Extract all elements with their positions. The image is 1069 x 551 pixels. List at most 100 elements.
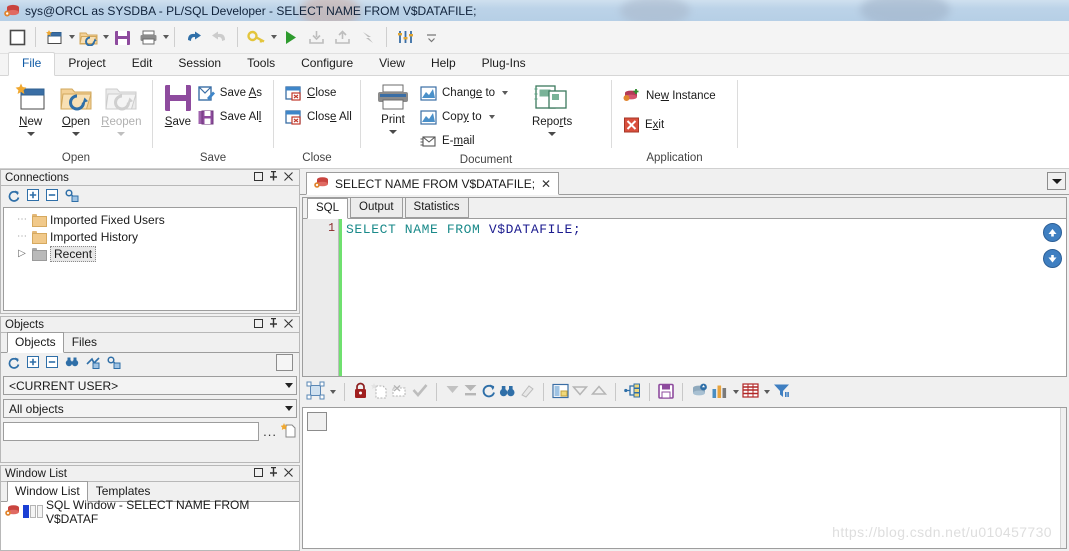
print-caret-icon[interactable]	[389, 130, 397, 134]
close-tab-icon[interactable]: ✕	[541, 177, 551, 191]
collapse-all-icon[interactable]	[46, 356, 58, 371]
pin-icon[interactable]	[269, 170, 278, 184]
menu-tab-edit[interactable]: Edit	[119, 53, 166, 75]
menu-tab-view[interactable]: View	[366, 53, 418, 75]
sql-code-area[interactable]: 1 SELECT NAME FROM V$DATAFILE;	[303, 219, 1066, 376]
single-record-view-button[interactable]	[552, 383, 569, 402]
close-icon[interactable]	[284, 171, 293, 184]
save-button-ribbon[interactable]: Save	[161, 79, 195, 128]
refresh-icon[interactable]	[7, 189, 20, 205]
tree-item-imported-history[interactable]: ⋯ Imported History	[4, 228, 296, 245]
scroll-up-button[interactable]	[1043, 223, 1062, 242]
close-icon[interactable]	[284, 318, 293, 331]
undo-button[interactable]	[180, 24, 206, 50]
chart-button[interactable]	[711, 383, 728, 402]
tab-output[interactable]: Output	[350, 197, 403, 218]
new-caret-icon[interactable]	[26, 132, 35, 136]
menu-tab-help[interactable]: Help	[418, 53, 469, 75]
menu-tab-configure[interactable]: Configure	[288, 53, 366, 75]
chevron-down-icon[interactable]	[285, 406, 293, 411]
pin-icon[interactable]	[269, 317, 278, 331]
refresh-button[interactable]	[481, 383, 496, 401]
objects-search-input[interactable]	[3, 422, 260, 441]
change-to-button[interactable]: Change to	[417, 81, 511, 105]
print-button[interactable]	[135, 24, 161, 50]
grid-layout-caret-icon[interactable]	[330, 390, 336, 394]
new-instance-button[interactable]: New Instance	[620, 84, 719, 108]
find-icon[interactable]	[65, 356, 79, 371]
preferences-button[interactable]	[392, 24, 418, 50]
open-button-ribbon[interactable]: Open	[53, 79, 98, 136]
collapse-all-icon[interactable]	[46, 189, 58, 204]
tab-statistics[interactable]: Statistics	[404, 197, 469, 218]
tree-item-recent[interactable]: ▷ Recent	[4, 245, 296, 262]
list-item[interactable]: SQL Window - SELECT NAME FROM V$DATAF	[1, 498, 299, 526]
exit-button[interactable]: Exit	[620, 113, 719, 137]
tab-sql[interactable]: SQL	[307, 198, 349, 219]
reports-button[interactable]: Reports	[523, 79, 581, 136]
maximize-icon[interactable]	[254, 467, 263, 480]
stop-button[interactable]	[4, 24, 30, 50]
select-all-cell[interactable]	[307, 412, 327, 431]
new-window-button[interactable]	[41, 24, 67, 50]
results-scrollbar[interactable]	[1060, 408, 1066, 548]
menu-tab-plugins[interactable]: Plug-Ins	[469, 53, 539, 75]
tab-files[interactable]: Files	[64, 332, 105, 352]
menu-tab-file[interactable]: File	[8, 52, 56, 76]
export-results-button[interactable]	[658, 383, 674, 402]
filter-button[interactable]	[773, 383, 790, 401]
reports-caret-icon[interactable]	[548, 132, 557, 136]
open-button[interactable]	[75, 24, 101, 50]
menu-tab-tools[interactable]: Tools	[234, 53, 288, 75]
expand-all-icon[interactable]	[27, 356, 39, 371]
execute-button[interactable]	[277, 24, 303, 50]
scroll-down-button[interactable]	[1043, 249, 1062, 268]
toolbar-overflow-button[interactable]	[418, 24, 444, 50]
document-tab-list-button[interactable]	[1047, 172, 1066, 190]
chevron-down-icon[interactable]	[285, 383, 293, 388]
save-button[interactable]	[109, 24, 135, 50]
save-as-button[interactable]: Save As	[195, 81, 265, 105]
document-tab-sql-window[interactable]: SELECT NAME FROM V$DATAFILE; ✕	[306, 172, 560, 195]
filter-edit-icon[interactable]	[86, 356, 100, 372]
expand-all-icon[interactable]	[27, 189, 39, 204]
copy-to-caret-icon[interactable]	[488, 115, 495, 119]
objects-options-button[interactable]	[276, 354, 293, 371]
owner-dropdown[interactable]: <CURRENT USER>	[3, 376, 297, 395]
print-caret-icon[interactable]	[163, 35, 169, 39]
table-view-caret-icon[interactable]	[764, 390, 770, 394]
save-all-button[interactable]: Save All	[195, 105, 265, 129]
new-connection-icon[interactable]	[65, 188, 79, 205]
lock-button[interactable]	[353, 382, 368, 402]
chart-caret-icon[interactable]	[733, 390, 739, 394]
table-view-button[interactable]	[742, 383, 759, 401]
find-button[interactable]	[499, 384, 516, 401]
close-all-button[interactable]: Close All	[282, 105, 355, 129]
menu-tab-project[interactable]: Project	[55, 53, 118, 75]
new-object-icon[interactable]	[107, 355, 121, 372]
grid-layout-button[interactable]	[306, 381, 325, 403]
maximize-icon[interactable]	[254, 171, 263, 184]
connections-tree[interactable]: ⋯ Imported Fixed Users ⋯ Imported Histor…	[3, 207, 297, 311]
refresh-icon[interactable]	[7, 356, 20, 372]
pin-icon[interactable]	[269, 466, 278, 480]
tree-item-imported-fixed-users[interactable]: ⋯ Imported Fixed Users	[4, 211, 296, 228]
close-button[interactable]: Close	[282, 81, 355, 105]
close-icon[interactable]	[284, 467, 293, 480]
menu-tab-session[interactable]: Session	[165, 53, 234, 75]
tab-objects[interactable]: Objects	[7, 332, 64, 353]
copy-to-button[interactable]: Copy to	[417, 105, 511, 129]
print-button-ribbon[interactable]: Print	[369, 79, 417, 134]
change-to-caret-icon[interactable]	[502, 91, 509, 95]
logon-button[interactable]	[243, 24, 269, 50]
query-data-button[interactable]	[691, 383, 708, 402]
results-grid[interactable]: https://blog.csdn.net/u010457730	[302, 407, 1067, 549]
tree-expander-icon[interactable]: ▷	[12, 248, 32, 259]
object-type-dropdown[interactable]: All objects	[3, 399, 297, 418]
maximize-icon[interactable]	[254, 318, 263, 331]
browse-button[interactable]: ...	[263, 424, 277, 439]
sql-code-text[interactable]: SELECT NAME FROM V$DATAFILE;	[342, 219, 1066, 376]
explain-plan-button[interactable]	[624, 383, 641, 401]
new-button[interactable]: New	[8, 79, 53, 136]
open-caret-icon[interactable]	[71, 132, 80, 136]
